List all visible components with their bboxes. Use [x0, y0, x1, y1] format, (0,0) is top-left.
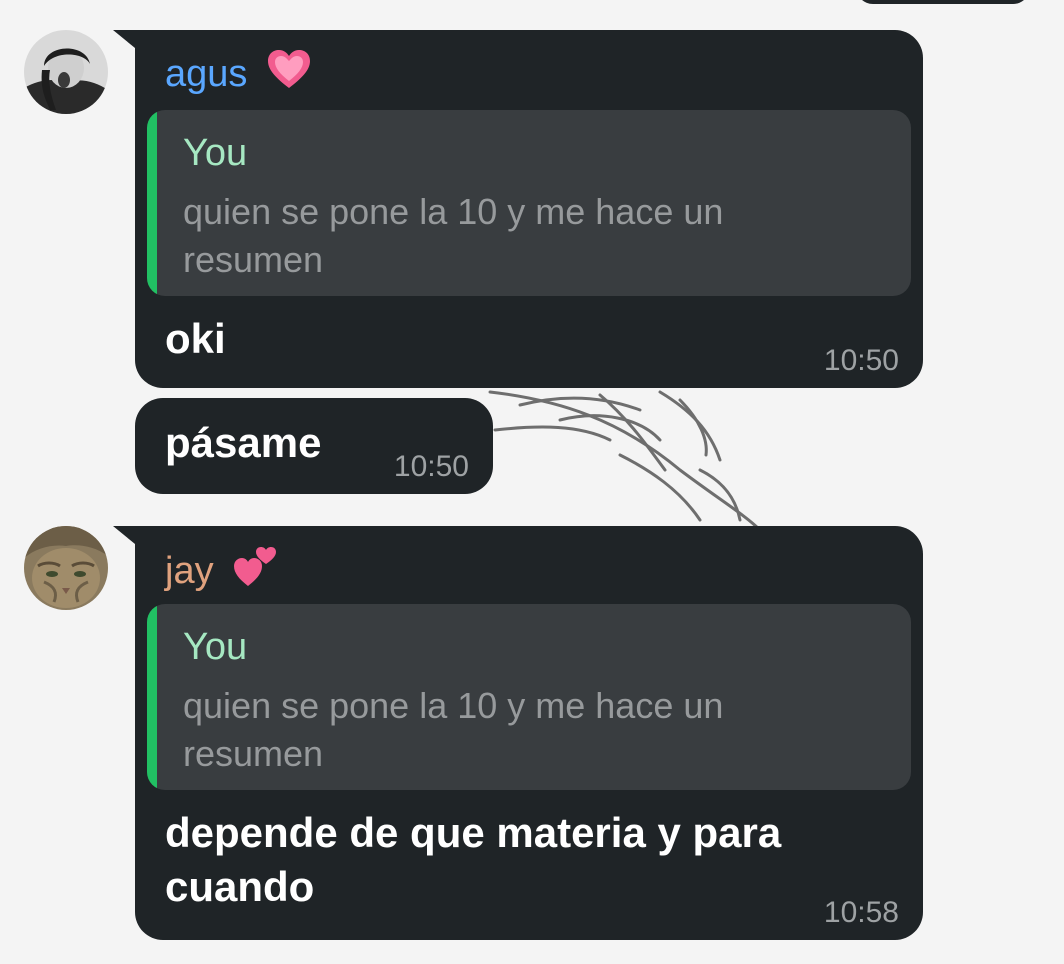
- message-time: 10:50: [393, 450, 469, 483]
- reply-quote[interactable]: You quien se pone la 10 y me hace un res…: [147, 110, 911, 296]
- bubble-tail: [113, 30, 135, 48]
- reply-quote[interactable]: You quien se pone la 10 y me hace un res…: [147, 604, 911, 790]
- message-time: 10:58: [823, 896, 899, 929]
- quote-text: quien se pone la 10 y me hace un resumen: [183, 191, 724, 280]
- quote-bar: [147, 110, 157, 296]
- avatar-jay[interactable]: [24, 526, 108, 610]
- message-bubble-jay[interactable]: jay You quien se pone la 10 y me hace un…: [113, 526, 923, 940]
- message-bubble-continuation[interactable]: pásame 10:50: [135, 398, 493, 494]
- bubble-tail: [113, 526, 135, 544]
- pink-heart-icon: [266, 48, 312, 100]
- message-bubble-agus[interactable]: agus You quien se pone la 10 y me hace u…: [113, 30, 923, 388]
- message-text: pásame: [165, 419, 322, 466]
- quote-bar: [147, 604, 157, 790]
- avatar-agus[interactable]: [24, 30, 108, 114]
- sender-name-row: agus: [165, 48, 312, 100]
- user-photo-avatar-icon: [24, 30, 108, 114]
- chat-view: agus You quien se pone la 10 y me hace u…: [0, 0, 1064, 964]
- sender-name[interactable]: jay: [165, 550, 214, 592]
- two-hearts-icon: [232, 544, 278, 598]
- quote-author: You: [183, 626, 248, 668]
- quote-author: You: [183, 132, 248, 174]
- sender-name-row: jay: [165, 544, 278, 598]
- sender-name[interactable]: agus: [165, 53, 247, 95]
- message-text: depende de que materia y para cuando: [165, 809, 782, 910]
- previous-message-bubble: [856, 0, 1030, 4]
- cat-photo-avatar-icon: [24, 526, 108, 610]
- message-text: oki: [165, 315, 226, 362]
- quote-text: quien se pone la 10 y me hace un resumen: [183, 685, 724, 774]
- message-time: 10:50: [823, 344, 899, 377]
